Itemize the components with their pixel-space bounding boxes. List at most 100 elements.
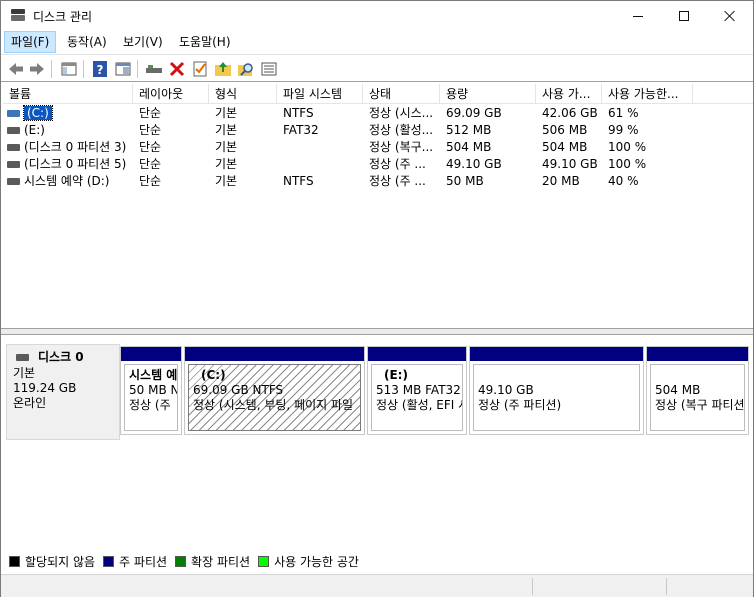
- partition-block[interactable]: 시스템 예 50 MB N 정상 (주: [120, 346, 182, 435]
- primary-partition-bar: [185, 347, 364, 361]
- volume-filesystem: [277, 156, 363, 173]
- volume-filesystem: NTFS: [283, 106, 314, 120]
- legend-item-free-space: 사용 가능한 공간: [258, 553, 359, 570]
- legend-item-extended: 확장 파티션: [175, 553, 250, 570]
- volume-row[interactable]: (C:) 단순 기본 NTFS 정상 (시스... 69.09 GB 42.06…: [3, 105, 753, 122]
- menu-file[interactable]: 파일(F): [4, 31, 57, 53]
- volume-status: 정상 (복구...: [369, 140, 434, 154]
- pane-splitter[interactable]: [1, 328, 753, 335]
- volume-name: (E:): [24, 123, 45, 137]
- column-header-capacity[interactable]: 용량: [440, 84, 536, 104]
- volume-name: (C:): [3, 105, 133, 122]
- status-bar-separator: [666, 578, 667, 595]
- partition-details: 504 MB 정상 (복구 파티션: [650, 364, 745, 431]
- column-header-free-space[interactable]: 사용 가...: [536, 84, 602, 104]
- column-header-type[interactable]: 형식: [209, 84, 277, 104]
- title-bar[interactable]: 디스크 관리: [1, 1, 753, 31]
- close-button[interactable]: [707, 1, 753, 31]
- partition-size: 49.10 GB: [478, 383, 534, 397]
- partition-name: (E:): [384, 368, 408, 382]
- legend-swatch: [258, 555, 270, 567]
- toolbar-separator: [51, 60, 52, 78]
- legend-swatch: [175, 555, 187, 567]
- volume-capacity: 69.09 GB: [446, 106, 502, 120]
- volume-row[interactable]: 시스템 예약 (D:) 단순 기본 NTFS 정상 (주 ... 50 MB 2…: [3, 173, 753, 190]
- volume-percent-free: 100 %: [608, 157, 647, 171]
- legend-label: 확장 파티션: [191, 554, 251, 569]
- volume-name: (디스크 0 파티션 5): [24, 157, 127, 171]
- check-icon[interactable]: [191, 60, 209, 78]
- partition-size: 50 MB N: [129, 383, 178, 397]
- help-icon[interactable]: ?: [91, 60, 109, 78]
- volume-free-space: 506 MB: [542, 123, 588, 137]
- up-folder-icon[interactable]: [214, 60, 232, 78]
- disk-state: 온라인: [13, 396, 47, 410]
- legend-swatch: [103, 555, 115, 567]
- connect-icon[interactable]: [145, 60, 163, 78]
- disk-management-window: 디스크 관리 파일(F) 동작(A) 보기(V) 도움말(H) ? 볼륨 레이아…: [0, 0, 754, 597]
- menu-help[interactable]: 도움말(H): [173, 31, 237, 53]
- volume-percent-free: 40 %: [608, 174, 639, 188]
- column-header-filesystem[interactable]: 파일 시스템: [277, 84, 363, 104]
- partition-name: 시스템 예: [129, 368, 178, 382]
- forward-icon[interactable]: [28, 60, 46, 78]
- partition-status: 정상 (활성, EFI 시: [376, 398, 463, 412]
- delete-icon[interactable]: [168, 60, 186, 78]
- partition-block[interactable]: (E:) 513 MB FAT32 정상 (활성, EFI 시: [367, 346, 467, 435]
- volume-percent-free: 100 %: [608, 140, 647, 154]
- column-header-status[interactable]: 상태: [363, 84, 440, 104]
- partition-name: [655, 368, 740, 383]
- partition-status: 정상 (주: [129, 398, 171, 412]
- volume-free-space: 49.10 GB: [542, 157, 598, 171]
- column-header-layout[interactable]: 레이아웃: [133, 84, 209, 104]
- menu-view[interactable]: 보기(V): [117, 31, 169, 53]
- search-icon[interactable]: [237, 60, 255, 78]
- partition-status: 정상 (주 파티션): [478, 398, 562, 412]
- primary-partition-bar: [121, 347, 181, 361]
- volume-row[interactable]: (E:) 단순 기본 FAT32 정상 (활성... 512 MB 506 MB…: [3, 122, 753, 139]
- partition-name: (C:): [201, 368, 226, 382]
- svg-text:?: ?: [97, 63, 104, 77]
- menu-bar: 파일(F) 동작(A) 보기(V) 도움말(H): [1, 31, 753, 53]
- partition-block[interactable]: 49.10 GB 정상 (주 파티션): [469, 346, 644, 435]
- partition-details: 시스템 예 50 MB N 정상 (주: [124, 364, 178, 431]
- volume-type: 기본: [215, 157, 238, 171]
- volume-free-space: 504 MB: [542, 140, 588, 154]
- partition-details: (E:) 513 MB FAT32 정상 (활성, EFI 시: [371, 364, 463, 431]
- maximize-button[interactable]: [661, 1, 707, 31]
- close-icon: [724, 10, 736, 22]
- volume-type: 기본: [215, 174, 238, 188]
- volume-row[interactable]: (디스크 0 파티션 5) 단순 기본 정상 (주 ... 49.10 GB 4…: [3, 156, 753, 173]
- disk-label[interactable]: 디스크 0 기본 119.24 GB 온라인: [6, 344, 120, 440]
- status-bar: [1, 574, 753, 597]
- minimize-button[interactable]: [615, 1, 661, 31]
- volume-layout: 단순: [139, 157, 162, 171]
- disk-size: 119.24 GB: [13, 381, 77, 395]
- partition-details: (C:) 69.09 GB NTFS 정상 (시스템, 부팅, 페이지 파일: [188, 364, 361, 431]
- volume-row[interactable]: (디스크 0 파티션 3) 단순 기본 정상 (복구... 504 MB 504…: [3, 139, 753, 156]
- volume-layout: 단순: [139, 174, 162, 188]
- volume-layout: 단순: [139, 123, 162, 137]
- volume-capacity: 512 MB: [446, 123, 492, 137]
- volume-type: 기본: [215, 140, 238, 154]
- disk-management-app-icon: [10, 9, 26, 23]
- toolbar: ?: [1, 54, 753, 82]
- legend-swatch: [9, 555, 20, 567]
- back-icon[interactable]: [7, 60, 25, 78]
- toolbar-separator: [137, 60, 138, 78]
- volume-list[interactable]: 볼륨 레이아웃 형식 파일 시스템 상태 용량 사용 가... 사용 가능한..…: [3, 84, 753, 328]
- partition-block[interactable]: (C:) 69.09 GB NTFS 정상 (시스템, 부팅, 페이지 파일: [184, 346, 365, 435]
- partition-block[interactable]: 504 MB 정상 (복구 파티션: [646, 346, 749, 435]
- volume-status: 정상 (주 ...: [369, 174, 426, 188]
- column-header-percent-free[interactable]: 사용 가능한...: [602, 84, 693, 104]
- disk-graphical-view: 디스크 0 기본 119.24 GB 온라인 시스템 예 50 MB N 정상 …: [3, 336, 753, 546]
- column-header-volume[interactable]: 볼륨: [3, 84, 133, 104]
- volume-capacity: 50 MB: [446, 174, 484, 188]
- volume-percent-free: 61 %: [608, 106, 639, 120]
- list-icon[interactable]: [260, 60, 278, 78]
- console-tree-icon[interactable]: [60, 60, 78, 78]
- volume-status: 정상 (주 ...: [369, 157, 426, 171]
- menu-action[interactable]: 동작(A): [61, 31, 113, 53]
- window-title: 디스크 관리: [33, 10, 93, 24]
- properties-icon[interactable]: [114, 60, 132, 78]
